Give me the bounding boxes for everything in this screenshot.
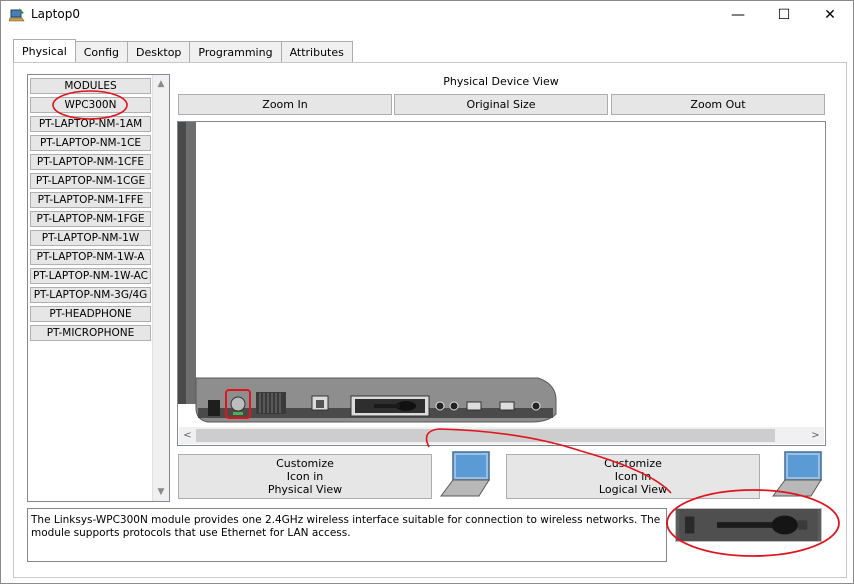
module-item-1w[interactable]: PT-LAPTOP-NM-1W: [30, 230, 151, 246]
module-item-1ce[interactable]: PT-LAPTOP-NM-1CE: [30, 135, 151, 151]
zoom-out-button[interactable]: Zoom Out: [611, 94, 825, 115]
module-item-wpc300n[interactable]: WPC300N: [30, 97, 151, 113]
module-item-1fge[interactable]: PT-LAPTOP-NM-1FGE: [30, 211, 151, 227]
button-line: Customize: [276, 457, 334, 470]
minimize-button[interactable]: —: [715, 1, 761, 29]
audio-port: [435, 401, 445, 411]
laptop-side-view: [178, 122, 557, 423]
button-line: Icon in: [286, 470, 324, 483]
close-icon: ✕: [824, 7, 836, 23]
window-title: Laptop0: [31, 7, 80, 21]
laptop-config-window: Laptop0 — ☐ ✕ Physical Config Desktop Pr…: [0, 0, 854, 584]
button-line: Logical View: [598, 483, 668, 496]
module-item-3g-4g[interactable]: PT-LAPTOP-NM-3G/4G: [30, 287, 151, 303]
button-line: Physical View: [267, 483, 343, 496]
module-item-1cge[interactable]: PT-LAPTOP-NM-1CGE: [30, 173, 151, 189]
scroll-up-icon[interactable]: ▲: [153, 76, 169, 92]
modules-scrollbar[interactable]: ▲ ▼: [152, 75, 169, 501]
power-button[interactable]: [230, 396, 246, 412]
mic-port: [531, 401, 541, 411]
scroll-right-icon[interactable]: >: [807, 427, 824, 444]
customize-physical-view-button[interactable]: Customize Icon in Physical View: [178, 454, 432, 499]
zoom-in-button[interactable]: Zoom In: [178, 94, 392, 115]
modules-list: MODULES WPC300N PT-LAPTOP-NM-1AM PT-LAPT…: [27, 74, 170, 502]
physical-device-view-title: Physical Device View: [443, 75, 559, 88]
power-connector: [208, 400, 220, 416]
physical-device-viewer[interactable]: < >: [177, 121, 826, 446]
tab-attributes[interactable]: Attributes: [280, 41, 353, 63]
close-button[interactable]: ✕: [807, 1, 853, 29]
button-line: Customize: [604, 457, 662, 470]
button-line: Icon in: [614, 470, 652, 483]
title-bar: Laptop0 — ☐ ✕: [1, 1, 853, 29]
maximize-button[interactable]: ☐: [761, 1, 807, 29]
maximize-icon: ☐: [777, 7, 791, 23]
module-item-1cfe[interactable]: PT-LAPTOP-NM-1CFE: [30, 154, 151, 170]
laptop-logical-icon: [772, 451, 822, 497]
module-description: The Linksys-WPC300N module provides one …: [27, 508, 667, 562]
original-size-button[interactable]: Original Size: [394, 94, 608, 115]
audio-port: [449, 401, 459, 411]
minimize-icon: —: [731, 7, 745, 23]
tab-programming[interactable]: Programming: [189, 41, 282, 63]
module-item-microphone[interactable]: PT-MICROPHONE: [30, 325, 151, 341]
module-preview-image: [675, 508, 822, 542]
scroll-left-icon[interactable]: <: [179, 427, 196, 444]
module-item-1am[interactable]: PT-LAPTOP-NM-1AM: [30, 116, 151, 132]
module-item-1w-a[interactable]: PT-LAPTOP-NM-1W-A: [30, 249, 151, 265]
tab-desktop[interactable]: Desktop: [127, 41, 191, 63]
tab-config[interactable]: Config: [74, 41, 129, 63]
tab-strip: Physical Config Desktop Programming Attr…: [13, 39, 353, 63]
usb-port: [499, 401, 515, 411]
scroll-thumb[interactable]: [196, 429, 775, 442]
module-item-1ffe[interactable]: PT-LAPTOP-NM-1FFE: [30, 192, 151, 208]
modules-header[interactable]: MODULES: [30, 78, 151, 94]
usb-port: [466, 401, 482, 411]
viewer-horizontal-scrollbar[interactable]: < >: [179, 427, 824, 444]
customize-logical-view-button[interactable]: Customize Icon in Logical View: [506, 454, 760, 499]
module-item-1w-ac[interactable]: PT-LAPTOP-NM-1W-AC: [30, 268, 151, 284]
tab-physical[interactable]: Physical: [13, 39, 76, 63]
laptop-physical-icon: [440, 451, 490, 497]
laptop-app-icon: [9, 8, 25, 22]
module-item-headphone[interactable]: PT-HEADPHONE: [30, 306, 151, 322]
scroll-down-icon[interactable]: ▼: [153, 484, 169, 500]
